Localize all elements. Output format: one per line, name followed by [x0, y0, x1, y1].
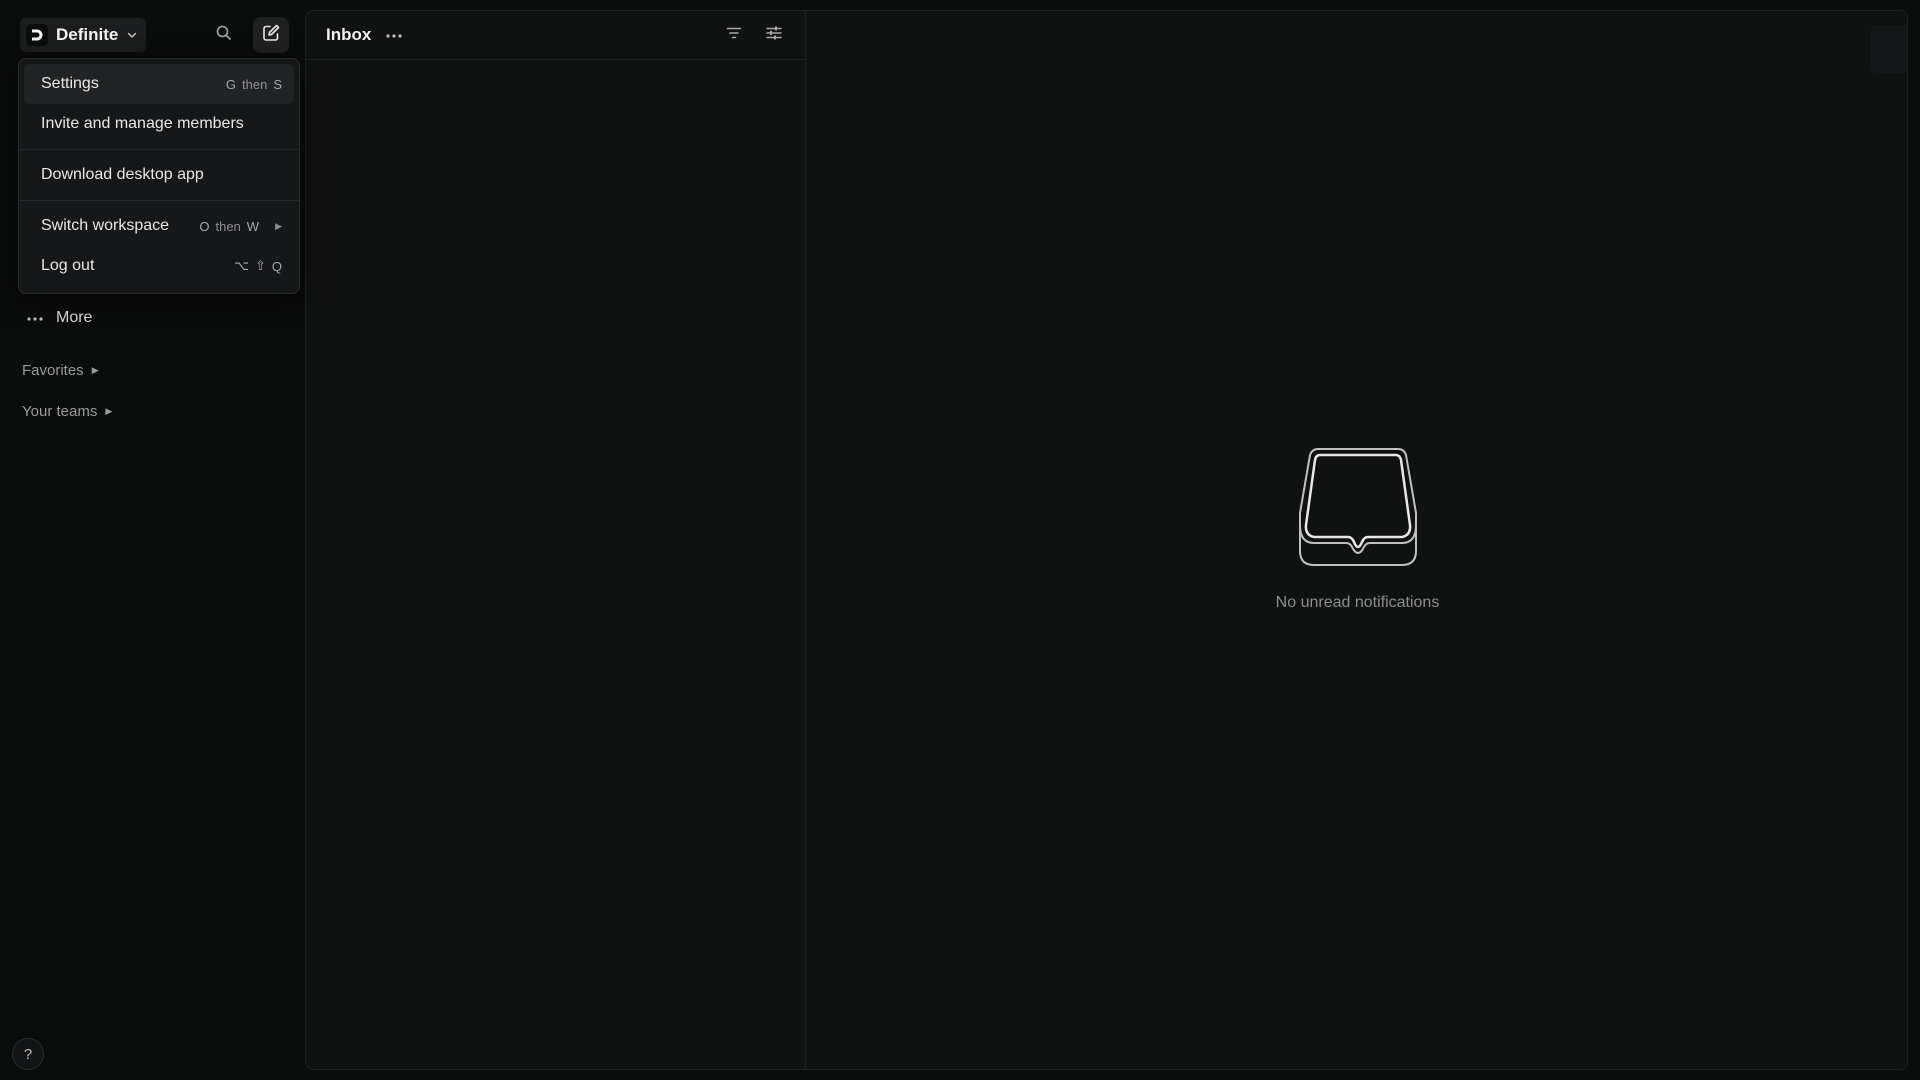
- keyboard-shortcut: ⌥ ⇧ Q: [234, 258, 282, 274]
- shortcut-key: O: [199, 218, 210, 234]
- shortcut-text: then: [215, 218, 241, 234]
- shortcut-key: S: [273, 76, 282, 92]
- shortcut-key: G: [225, 76, 237, 92]
- help-button[interactable]: ?: [12, 1038, 44, 1070]
- your-teams-label: Your teams: [22, 403, 98, 420]
- workspace-switcher[interactable]: Definite: [20, 18, 147, 52]
- menu-divider: [19, 149, 299, 150]
- inbox-header-actions: [723, 24, 785, 46]
- ellipsis-icon: [385, 26, 403, 44]
- display-options-button[interactable]: [763, 24, 785, 46]
- menu-item-label: Log out: [41, 257, 95, 274]
- favorites-label: Favorites: [22, 362, 84, 379]
- menu-item-label: Settings: [41, 75, 99, 92]
- menu-item-download-desktop-app[interactable]: Download desktop app: [24, 155, 294, 195]
- shift-key-icon: ⇧: [254, 258, 266, 273]
- menu-item-switch-workspace[interactable]: Switch workspace O then W ▶: [24, 206, 294, 246]
- inbox-tray-icon: [1298, 443, 1418, 576]
- menu-item-invite-members[interactable]: Invite and manage members: [24, 104, 294, 144]
- main-panel: Inbox No unread notifications: [305, 10, 1908, 1070]
- search-button[interactable]: [207, 20, 241, 50]
- sidebar-item-label: More: [56, 309, 93, 326]
- chevron-down-icon: [126, 29, 138, 41]
- workspace-logo-icon: [26, 24, 48, 46]
- search-icon: [215, 24, 233, 47]
- ellipsis-icon: [26, 309, 44, 327]
- favorites-section-toggle[interactable]: Favorites ▶: [22, 362, 99, 379]
- your-teams-section-toggle[interactable]: Your teams ▶: [22, 403, 112, 420]
- shortcut-key: Q: [271, 258, 282, 274]
- side-panel-tab[interactable]: [1871, 25, 1907, 73]
- menu-item-label: Invite and manage members: [41, 115, 244, 132]
- sliders-icon: [765, 24, 783, 47]
- shortcut-key: W: [246, 218, 260, 234]
- menu-item-log-out[interactable]: Log out ⌥ ⇧ Q: [24, 246, 294, 286]
- compose-icon: [261, 23, 281, 48]
- submenu-arrow-icon: ▶: [275, 220, 282, 231]
- workspace-name: Definite: [56, 25, 119, 44]
- shortcut-text: then: [242, 76, 268, 92]
- menu-divider: [19, 200, 299, 201]
- keyboard-shortcut: O then W: [199, 219, 259, 234]
- menu-item-label: Switch workspace: [41, 217, 170, 234]
- inbox-options-button[interactable]: [385, 26, 403, 44]
- inbox-header: Inbox: [306, 11, 805, 60]
- filter-button[interactable]: [723, 24, 745, 46]
- empty-state: No unread notifications: [806, 11, 1909, 1069]
- option-key-icon: ⌥: [233, 258, 249, 273]
- new-issue-button[interactable]: [253, 17, 289, 53]
- keyboard-shortcut: G then S: [226, 77, 282, 92]
- menu-item-settings[interactable]: Settings G then S: [24, 64, 294, 104]
- sidebar-item-more[interactable]: More: [18, 302, 288, 334]
- caret-right-icon: ▶: [105, 406, 113, 416]
- empty-state-message: No unread notifications: [1275, 594, 1440, 611]
- menu-item-label: Download desktop app: [41, 166, 204, 183]
- caret-right-icon: ▶: [91, 365, 99, 375]
- workspace-menu: Settings G then S Invite and manage memb…: [18, 58, 300, 294]
- inbox-list-pane: Inbox: [306, 11, 806, 1069]
- filter-icon: [725, 24, 743, 47]
- page-title: Inbox: [326, 25, 372, 44]
